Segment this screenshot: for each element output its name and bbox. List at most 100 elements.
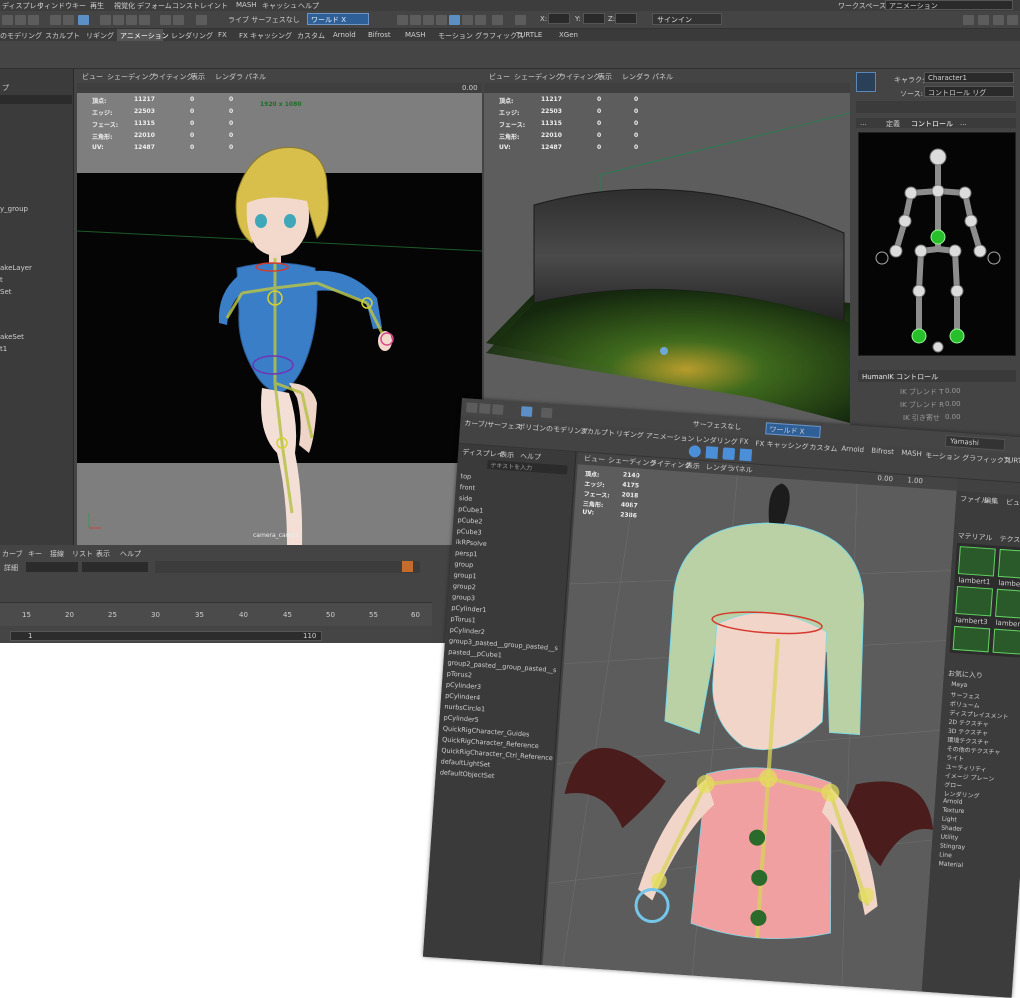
outliner-item[interactable]: front [460, 483, 476, 492]
tab-mash[interactable]: MASH [405, 31, 426, 39]
select-component-icon[interactable] [78, 15, 89, 25]
tab-sculpt[interactable]: スカルプト [45, 31, 80, 41]
hyp-tree-item[interactable]: Light [942, 816, 957, 824]
w2-new-icon[interactable] [466, 402, 478, 414]
outliner-item[interactable]: y_group [0, 205, 28, 213]
menu-show[interactable]: 表示 [96, 549, 110, 559]
select-hierarchy-icon[interactable] [50, 15, 61, 25]
w2-outliner-search[interactable]: テキストを入力 [487, 459, 568, 475]
render-setup-icon[interactable] [462, 15, 473, 25]
w2-tab-curves[interactable]: カーブ/サーフェス [464, 418, 522, 432]
vp1-menu-panels[interactable]: パネル [245, 72, 266, 82]
w2-vp-menu-renderer[interactable]: レンダラ [705, 462, 734, 474]
tab-xgen[interactable]: XGen [559, 31, 578, 39]
w2-tab-arnold[interactable]: Arnold [841, 445, 864, 455]
tab-controls[interactable]: コントロール [911, 119, 953, 129]
menu-tangents[interactable]: 接線 [50, 549, 64, 559]
material-swatch[interactable] [995, 588, 1020, 620]
vp2-menu-shading[interactable]: シェーディング [514, 72, 563, 82]
y-field[interactable] [583, 13, 605, 24]
outliner-item[interactable]: akeLayer [0, 264, 32, 272]
render-settings-icon[interactable] [423, 15, 434, 25]
tab-rigging[interactable]: リギング [86, 31, 114, 41]
outliner-item[interactable]: pCylinder1 [451, 604, 487, 614]
menu-cache[interactable]: キャッシュ [262, 1, 297, 11]
menu-window[interactable]: ウィンドウ [37, 1, 72, 11]
vp1-menu-view[interactable]: ビュー [82, 72, 103, 82]
vp2-menu-renderer[interactable]: レンダラ [622, 72, 650, 82]
hyp-menu-edit[interactable]: 編集 [984, 496, 999, 507]
snap-point-icon[interactable] [126, 15, 137, 25]
hyp-tree-item[interactable]: Texture [942, 807, 964, 816]
outliner-search[interactable] [0, 95, 72, 104]
render-frame-icon[interactable] [397, 15, 408, 25]
snap-surface-icon[interactable] [160, 15, 171, 25]
vp2-menu-lighting[interactable]: ライティング [559, 72, 600, 82]
ik-blend-r-value[interactable]: 0.00 [945, 400, 961, 408]
outliner-item[interactable]: group [454, 560, 473, 569]
w2-cylinder-icon[interactable] [722, 447, 736, 461]
w2-vp-menu-panels[interactable]: パネル [731, 464, 753, 475]
hyp-tree-item[interactable]: Line [939, 851, 952, 859]
outliner-item[interactable]: Set [0, 288, 12, 296]
w2-open-icon[interactable] [478, 403, 491, 414]
w2-tab-custom[interactable]: カスタム [809, 442, 838, 454]
snap-live-icon[interactable] [173, 15, 184, 25]
tab-bifrost[interactable]: Bifrost [368, 31, 391, 39]
outliner-item[interactable]: nurbsCircle1 [444, 703, 485, 714]
graph-option-icon[interactable] [402, 561, 413, 572]
menu-help[interactable]: ヘルプ [298, 1, 319, 11]
select-object-icon[interactable] [63, 15, 74, 25]
snap-grid-icon[interactable] [100, 15, 111, 25]
character-dropdown[interactable]: Character1 [924, 72, 1014, 83]
menu-list[interactable]: リスト [72, 549, 93, 559]
w2-viewport-character[interactable]: 頂点: エッジ: フェース: 三角形: UV: 2140 4175 2018 4… [542, 464, 957, 992]
vp1-menu-lighting[interactable]: ライティング [152, 72, 193, 82]
tab-custom[interactable]: カスタム [297, 31, 325, 41]
w2-outliner-menu-display[interactable]: ディスプレイ [462, 447, 504, 460]
vp2-menu-view[interactable]: ビュー [489, 72, 510, 82]
w2-select-icon[interactable] [520, 406, 533, 417]
outliner-item[interactable]: pTorus1 [450, 615, 476, 625]
attribute-editor-icon[interactable] [978, 15, 989, 25]
humanik-controls-section[interactable]: HumanIK コントロール [858, 370, 1016, 382]
w2-cone-icon[interactable] [739, 448, 753, 462]
w2-tab-rendering[interactable]: レンダリング [695, 434, 738, 447]
menu-deform[interactable]: デフォーム [137, 1, 172, 11]
outliner-item[interactable]: pasted__pCube1 [448, 648, 502, 660]
z-field[interactable] [615, 13, 637, 24]
tab-animation[interactable]: アニメーション [120, 31, 169, 41]
material-swatch[interactable] [957, 546, 996, 577]
source-dropdown[interactable]: コントロール リグ [924, 86, 1014, 97]
outliner-item[interactable]: defaultObjectSet [440, 768, 495, 780]
workspace-dropdown[interactable]: アニメーション [885, 0, 1013, 10]
coordinate-icon[interactable] [515, 15, 526, 25]
outliner-item[interactable]: t [0, 276, 3, 284]
hypershade-icon[interactable] [436, 15, 447, 25]
outliner-item[interactable]: pCylinder3 [446, 681, 482, 691]
material-swatch[interactable] [992, 628, 1020, 656]
outliner-item[interactable]: group3 [452, 593, 476, 603]
graph-field-2[interactable] [82, 562, 148, 572]
menu-help[interactable]: ヘルプ [120, 549, 141, 559]
menu-mash[interactable]: MASH [236, 1, 257, 9]
hyp-tree-item[interactable]: Maya [951, 681, 968, 689]
pause-icon[interactable] [492, 15, 503, 25]
vp1-menu-renderer[interactable]: レンダラ [215, 72, 243, 82]
menu-curves[interactable]: カーブ [2, 549, 23, 559]
tab-arnold[interactable]: Arnold [333, 31, 356, 39]
w2-tab-animation[interactable]: アニメーション [645, 431, 695, 444]
outliner-item[interactable]: top [460, 472, 471, 481]
hyp-tree-item[interactable]: Stingray [940, 842, 966, 851]
hyp-tree-item[interactable]: Arnold [943, 798, 963, 806]
outliner-item[interactable]: pCube3 [456, 527, 482, 537]
range-slider[interactable]: 1 110 [10, 631, 322, 641]
outliner-item[interactable]: side [459, 494, 473, 503]
vp1-menu-show[interactable]: 表示 [191, 72, 205, 82]
outliner-item[interactable]: group2 [453, 582, 477, 592]
undo-icon[interactable] [28, 15, 39, 25]
outliner-item[interactable]: pCylinder5 [443, 714, 479, 724]
modeling-toolkit-icon[interactable] [963, 15, 974, 25]
channel-box-icon[interactable] [1007, 15, 1018, 25]
open-scene-icon[interactable] [15, 15, 26, 25]
